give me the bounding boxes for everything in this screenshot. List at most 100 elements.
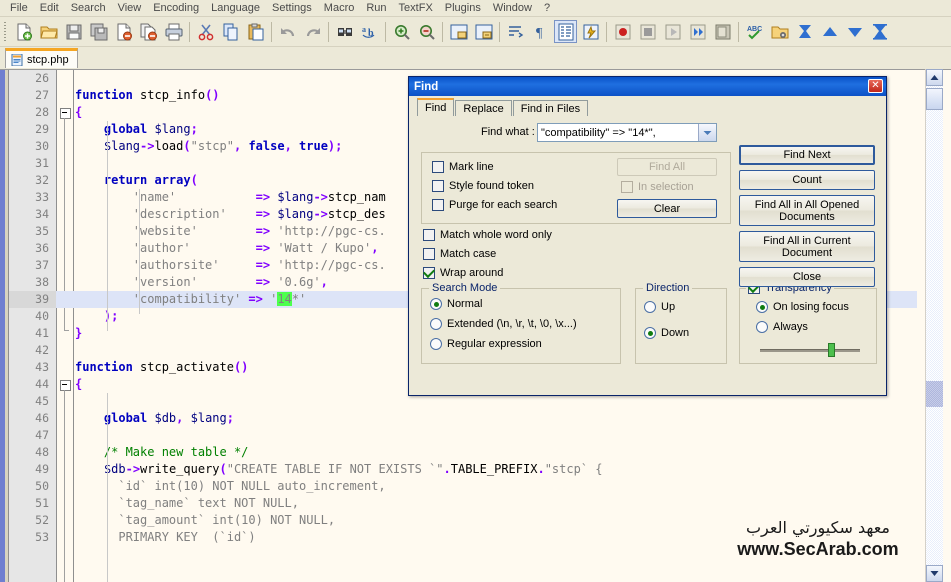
scrollbar-track[interactable] xyxy=(926,86,943,565)
code-line[interactable]: 46 global $db, $lang; xyxy=(9,410,917,427)
record-macro-icon[interactable] xyxy=(611,20,634,43)
replace-icon[interactable]: ab xyxy=(358,20,381,43)
code-text[interactable]: global $lang; xyxy=(75,121,198,138)
find-what-combobox[interactable]: "compatibility" => "14*", xyxy=(537,123,717,142)
explorer-icon[interactable] xyxy=(768,20,791,43)
code-text[interactable]: 'authorsite' => 'http://pgc-cs. xyxy=(75,257,386,274)
menu-item-file[interactable]: File xyxy=(4,1,34,16)
show-all-chars-icon[interactable]: ¶ xyxy=(529,20,552,43)
cut-icon[interactable] xyxy=(194,20,217,43)
vertical-scrollbar[interactable] xyxy=(925,69,943,582)
scrollbar-thumb[interactable] xyxy=(926,88,943,110)
menu-item-view[interactable]: View xyxy=(112,1,148,16)
menu-item-run[interactable]: Run xyxy=(360,1,392,16)
find-what-input[interactable]: "compatibility" => "14*", xyxy=(538,127,698,139)
find-all-opened-documents-button[interactable]: Find All in All Opened Documents xyxy=(739,195,875,226)
indent-guide-icon[interactable] xyxy=(554,20,577,43)
code-text[interactable]: 'version' => '0.6g', xyxy=(75,274,328,291)
search-mode-extended-dot[interactable] xyxy=(430,318,442,330)
sync-vertical-icon[interactable] xyxy=(447,20,470,43)
code-line[interactable]: 53 PRIMARY KEY (`id`) xyxy=(9,529,917,546)
find-dialog[interactable]: Find ✕ Find Replace Find in Files Find w… xyxy=(408,76,887,396)
save-macro-icon[interactable] xyxy=(711,20,734,43)
code-line[interactable]: 49 $db->write_query("CREATE TABLE IF NOT… xyxy=(9,461,917,478)
collapse-all-icon[interactable] xyxy=(793,20,816,43)
match-case-box[interactable] xyxy=(423,248,435,260)
code-text[interactable]: function stcp_info() xyxy=(75,87,220,104)
menu-item-language[interactable]: Language xyxy=(205,1,266,16)
match-case-checkbox[interactable]: Match case xyxy=(423,248,496,260)
tab-find-in-files[interactable]: Find in Files xyxy=(512,100,589,116)
user-language-icon[interactable] xyxy=(579,20,602,43)
code-line[interactable]: 50 `id` int(10) NOT NULL auto_increment, xyxy=(9,478,917,495)
code-text[interactable]: ); xyxy=(75,308,118,325)
stop-macro-icon[interactable] xyxy=(636,20,659,43)
wrap-around-checkbox[interactable]: Wrap around xyxy=(423,267,503,279)
clear-button[interactable]: Clear xyxy=(617,199,717,218)
search-mode-normal-radio[interactable]: Normal xyxy=(430,298,482,310)
spellcheck-icon[interactable]: ABC xyxy=(743,20,766,43)
menu-item-[interactable]: ? xyxy=(538,1,556,16)
expand-up-icon[interactable] xyxy=(818,20,841,43)
mark-line-checkbox[interactable]: Mark line xyxy=(432,161,494,173)
find-next-button[interactable]: Find Next xyxy=(739,145,875,165)
run-macro-multiple-icon[interactable] xyxy=(686,20,709,43)
code-text[interactable]: global $db, $lang; xyxy=(75,410,234,427)
direction-down-radio[interactable]: Down xyxy=(644,327,689,339)
menu-item-encoding[interactable]: Encoding xyxy=(147,1,205,16)
code-text[interactable]: `tag_name` text NOT NULL, xyxy=(75,495,299,512)
wrap-around-box[interactable] xyxy=(423,267,435,279)
transparency-always-dot[interactable] xyxy=(756,321,768,333)
find-all-current-document-button[interactable]: Find All in Current Document xyxy=(739,231,875,262)
code-line[interactable]: 48 /* Make new table */ xyxy=(9,444,917,461)
save-icon[interactable] xyxy=(62,20,85,43)
menu-item-search[interactable]: Search xyxy=(65,1,112,16)
zoom-in-icon[interactable] xyxy=(390,20,413,43)
code-text[interactable]: PRIMARY KEY (`id`) xyxy=(75,529,255,546)
menu-item-textfx[interactable]: TextFX xyxy=(393,1,439,16)
match-whole-word-only-checkbox[interactable]: Match whole word only xyxy=(423,229,552,241)
tab-find[interactable]: Find xyxy=(417,98,455,116)
code-text[interactable]: 'website' => 'http://pgc-cs. xyxy=(75,223,386,240)
code-text[interactable]: $db->write_query("CREATE TABLE IF NOT EX… xyxy=(75,461,603,478)
scrollbar-position-marker[interactable] xyxy=(926,381,943,407)
undo-icon[interactable] xyxy=(276,20,299,43)
transparency-always-radio[interactable]: Always xyxy=(756,321,808,333)
zoom-out-icon[interactable] xyxy=(415,20,438,43)
copy-icon[interactable] xyxy=(219,20,242,43)
transparency-slider-track[interactable] xyxy=(760,349,860,352)
code-text[interactable]: 'author' => 'Watt / Kupo', xyxy=(75,240,379,257)
toolbar-grip[interactable] xyxy=(2,21,9,43)
sync-horizontal-icon[interactable] xyxy=(472,20,495,43)
expand-down-icon[interactable] xyxy=(843,20,866,43)
code-line[interactable]: 51 `tag_name` text NOT NULL, xyxy=(9,495,917,512)
search-mode-extended-radio[interactable]: Extended (\n, \r, \t, \0, \x...) xyxy=(430,318,577,330)
transparency-slider[interactable] xyxy=(760,343,860,357)
code-text[interactable]: } xyxy=(75,325,82,342)
purge-for-each-search-checkbox[interactable]: Purge for each search xyxy=(432,199,557,211)
new-file-icon[interactable] xyxy=(12,20,35,43)
close-file-icon[interactable] xyxy=(112,20,135,43)
transparency-slider-thumb[interactable] xyxy=(828,343,835,357)
tab-stcp-php[interactable]: stcp.php xyxy=(5,48,78,68)
purge-for-each-search-box[interactable] xyxy=(432,199,444,211)
search-mode-regex-dot[interactable] xyxy=(430,338,442,350)
scroll-up-arrow-icon[interactable] xyxy=(926,69,943,86)
play-macro-icon[interactable] xyxy=(661,20,684,43)
close-all-icon[interactable] xyxy=(137,20,160,43)
transparency-on-losing-focus-radio[interactable]: On losing focus xyxy=(756,301,849,313)
close-icon[interactable]: ✕ xyxy=(868,79,883,93)
count-button[interactable]: Count xyxy=(739,170,875,190)
close-button[interactable]: Close xyxy=(739,267,875,287)
menu-item-settings[interactable]: Settings xyxy=(266,1,318,16)
code-text[interactable]: { xyxy=(75,104,82,121)
transparency-losing-focus-dot[interactable] xyxy=(756,301,768,313)
tab-replace[interactable]: Replace xyxy=(455,100,512,116)
code-line[interactable]: 47 xyxy=(9,427,917,444)
direction-up-radio[interactable]: Up xyxy=(644,301,675,313)
style-found-token-box[interactable] xyxy=(432,180,444,192)
paste-icon[interactable] xyxy=(244,20,267,43)
menu-item-window[interactable]: Window xyxy=(487,1,538,16)
menu-item-macro[interactable]: Macro xyxy=(318,1,361,16)
uncollapse-all-icon[interactable] xyxy=(868,20,891,43)
